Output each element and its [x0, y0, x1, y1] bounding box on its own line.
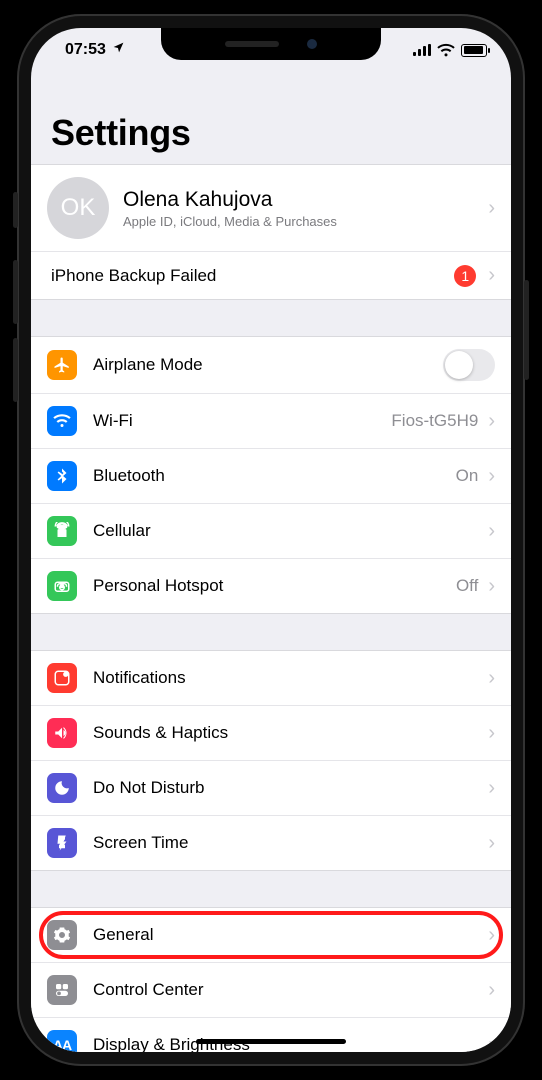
settings-row-display[interactable]: AADisplay & Brightness› [31, 1017, 511, 1052]
chevron-right-icon: › [488, 979, 495, 1002]
page-title: Settings [51, 112, 491, 154]
bluetooth-icon [47, 461, 77, 491]
chevron-right-icon: › [488, 410, 495, 433]
row-label: Cellular [93, 521, 488, 541]
settings-row-control-center[interactable]: Control Center› [31, 962, 511, 1017]
settings-row-cellular[interactable]: Cellular› [31, 503, 511, 558]
row-label: Notifications [93, 668, 488, 688]
row-label: Control Center [93, 980, 488, 1000]
location-icon [112, 41, 125, 59]
backup-label: iPhone Backup Failed [51, 266, 454, 286]
row-detail: On [456, 466, 479, 486]
row-label: General [93, 925, 488, 945]
settings-row-dnd[interactable]: Do Not Disturb› [31, 760, 511, 815]
chevron-right-icon: › [488, 264, 495, 287]
chevron-right-icon: › [488, 832, 495, 855]
chevron-right-icon: › [488, 465, 495, 488]
chevron-right-icon: › [488, 197, 495, 220]
row-label: Do Not Disturb [93, 778, 488, 798]
screentime-icon [47, 828, 77, 858]
backup-failed-row[interactable]: iPhone Backup Failed 1 › [31, 251, 511, 299]
chevron-right-icon: › [488, 722, 495, 745]
avatar: OK [47, 177, 109, 239]
row-detail: Off [456, 576, 478, 596]
chevron-right-icon: › [488, 1034, 495, 1053]
row-label: Airplane Mode [93, 355, 443, 375]
battery-icon [461, 44, 487, 57]
settings-row-general[interactable]: General› [31, 908, 511, 962]
settings-row-notifications[interactable]: Notifications› [31, 651, 511, 705]
control-center-icon [47, 975, 77, 1005]
chevron-right-icon: › [488, 924, 495, 947]
status-time: 07:53 [65, 41, 106, 59]
settings-row-hotspot[interactable]: Personal HotspotOff › [31, 558, 511, 613]
cellular-signal-icon [413, 44, 431, 56]
notifications-icon [47, 663, 77, 693]
profile-name: Olena Kahujova [123, 188, 337, 212]
settings-row-bluetooth[interactable]: BluetoothOn › [31, 448, 511, 503]
toggle-switch[interactable] [443, 349, 495, 381]
row-label: Screen Time [93, 833, 488, 853]
settings-row-sounds[interactable]: Sounds & Haptics› [31, 705, 511, 760]
home-indicator[interactable] [196, 1039, 346, 1044]
row-label: Bluetooth [93, 466, 456, 486]
cellular-icon [47, 516, 77, 546]
sounds-icon [47, 718, 77, 748]
wifi-icon [437, 43, 455, 57]
chevron-right-icon: › [488, 777, 495, 800]
notification-badge: 1 [454, 265, 476, 287]
settings-row-wifi[interactable]: Wi-FiFios-tG5H9 › [31, 393, 511, 448]
profile-subtitle: Apple ID, iCloud, Media & Purchases [123, 214, 337, 229]
settings-row-airplane[interactable]: Airplane Mode [31, 337, 511, 393]
profile-row[interactable]: OK Olena Kahujova Apple ID, iCloud, Medi… [31, 165, 511, 251]
chevron-right-icon: › [488, 520, 495, 543]
chevron-right-icon: › [488, 667, 495, 690]
display-icon: AA [47, 1030, 77, 1052]
row-label: Sounds & Haptics [93, 723, 488, 743]
dnd-icon [47, 773, 77, 803]
general-icon [47, 920, 77, 950]
chevron-right-icon: › [488, 575, 495, 598]
wifi-icon [47, 406, 77, 436]
airplane-icon [47, 350, 77, 380]
settings-row-screentime[interactable]: Screen Time› [31, 815, 511, 870]
notch [161, 28, 381, 60]
row-label: Personal Hotspot [93, 576, 456, 596]
row-label: Wi-Fi [93, 411, 391, 431]
hotspot-icon [47, 571, 77, 601]
row-detail: Fios-tG5H9 [391, 411, 478, 431]
